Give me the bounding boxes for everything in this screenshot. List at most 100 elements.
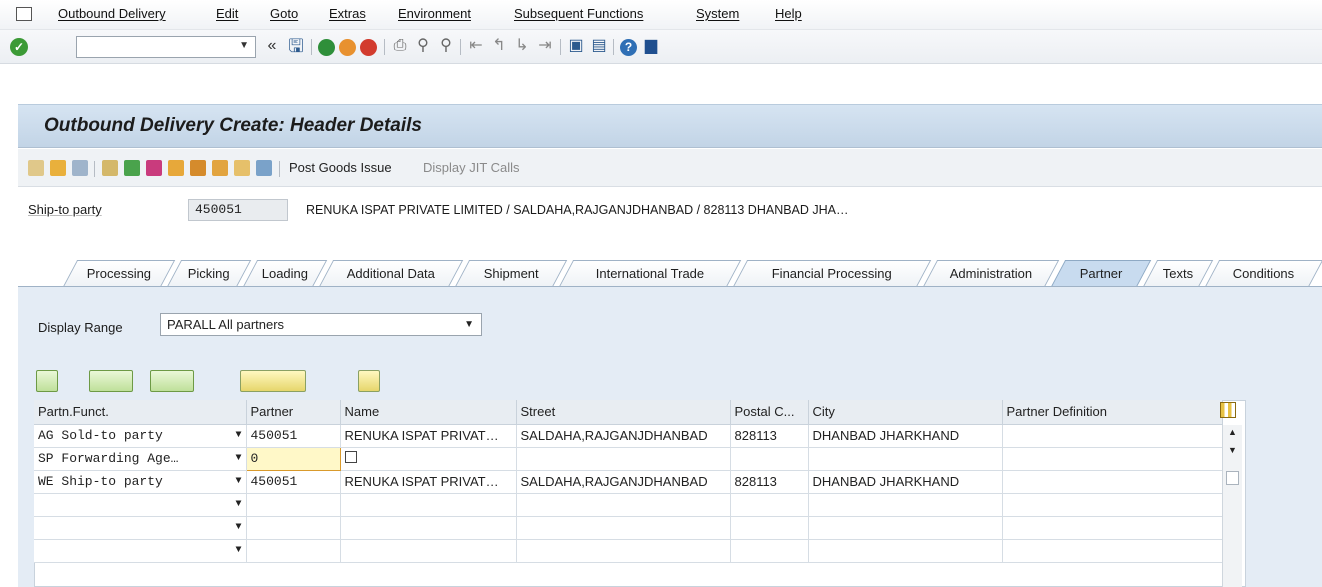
- menu-environment[interactable]: Environment: [398, 6, 471, 21]
- tab-processing[interactable]: Processing: [62, 260, 176, 287]
- tab-partner[interactable]: Partner: [1050, 260, 1152, 287]
- delete-icon[interactable]: [72, 160, 88, 176]
- table-row[interactable]: WE Ship-to party ▼ 450051 RENUKA ISPAT PR…: [34, 470, 1223, 494]
- column-header-postal-code[interactable]: Postal C...: [730, 400, 809, 425]
- cancel-icon[interactable]: [360, 39, 377, 56]
- chevron-down-icon[interactable]: ▼: [235, 545, 241, 556]
- picking-icon[interactable]: [190, 160, 206, 176]
- tab-financial-processing[interactable]: Financial Processing: [732, 260, 932, 287]
- header-icon[interactable]: [234, 160, 250, 176]
- column-header-partner-definition[interactable]: Partner Definition: [1002, 400, 1223, 425]
- save-icon[interactable]: 🖫: [286, 35, 306, 57]
- menu-subsequent-functions[interactable]: Subsequent Functions: [514, 6, 643, 21]
- menu-system[interactable]: System: [696, 6, 739, 21]
- details-icon[interactable]: [36, 370, 58, 392]
- command-field[interactable]: ▼: [76, 36, 256, 58]
- tab-additional-data[interactable]: Additional Data: [318, 260, 464, 287]
- table-row[interactable]: ▼: [34, 516, 1223, 540]
- partn-funct-cell[interactable]: WE Ship-to party ▼: [34, 470, 247, 494]
- previous-page-icon[interactable]: ↰: [489, 35, 509, 57]
- ship-to-party-field[interactable]: 450051: [188, 199, 288, 221]
- menu-help[interactable]: Help: [775, 6, 802, 21]
- menu-edit[interactable]: Edit: [216, 6, 238, 21]
- menu-outbound-delivery[interactable]: Outbound Delivery: [58, 6, 166, 21]
- vertical-scrollbar[interactable]: ▲ ▼: [1222, 425, 1242, 587]
- table-row[interactable]: ▼: [34, 539, 1223, 563]
- text-icon[interactable]: [358, 370, 380, 392]
- packing-icon[interactable]: [212, 160, 228, 176]
- overview-icon[interactable]: [124, 160, 140, 176]
- scroll-up-icon[interactable]: ▲: [1228, 427, 1237, 437]
- address-partner-icons[interactable]: [240, 370, 306, 392]
- grid-icon[interactable]: [256, 160, 272, 176]
- column-header-street[interactable]: Street: [516, 400, 731, 425]
- column-header-partner[interactable]: Partner: [246, 400, 341, 425]
- table-row[interactable]: AG Sold-to party ▼ 450051 RENUKA ISPAT PR…: [34, 424, 1223, 448]
- partn-funct-cell[interactable]: AG Sold-to party ▼: [34, 424, 247, 448]
- chevron-down-icon[interactable]: ▼: [235, 499, 241, 510]
- partn-funct-cell[interactable]: SP Forwarding Age… ▼: [34, 447, 247, 471]
- partn-funct-cell[interactable]: ▼: [34, 493, 247, 517]
- table-row[interactable]: ▼: [34, 493, 1223, 517]
- partner-cell[interactable]: 450051: [246, 424, 341, 448]
- back-icon[interactable]: [318, 39, 335, 56]
- create-session-icon[interactable]: ▣: [566, 35, 586, 57]
- chevron-down-icon[interactable]: ▼: [239, 40, 249, 51]
- last-page-icon[interactable]: ⇥: [535, 35, 555, 57]
- chevron-down-icon[interactable]: ▼: [235, 453, 241, 464]
- column-header-name[interactable]: Name: [340, 400, 517, 425]
- first-page-icon[interactable]: ⇤: [466, 35, 486, 57]
- city-cell: [808, 539, 1003, 563]
- tab-texts[interactable]: Texts: [1142, 260, 1214, 287]
- tab-conditions[interactable]: Conditions: [1204, 260, 1322, 287]
- column-header-city[interactable]: City: [808, 400, 1003, 425]
- collapse-icon[interactable]: «: [262, 35, 282, 57]
- partner-cell[interactable]: 450051: [246, 470, 341, 494]
- partn-funct-cell[interactable]: ▼: [34, 516, 247, 540]
- menu-extras[interactable]: Extras: [329, 6, 366, 21]
- document-flow-icon[interactable]: [102, 160, 118, 176]
- display-jit-calls-button[interactable]: Display JIT Calls: [423, 160, 520, 175]
- tab-administration[interactable]: Administration: [922, 260, 1060, 287]
- find-icon[interactable]: ⚲: [413, 35, 433, 57]
- status-icon[interactable]: [146, 160, 162, 176]
- menu-goto[interactable]: Goto: [270, 6, 298, 21]
- help-icon[interactable]: ?: [620, 39, 637, 56]
- insert-delete-row-icon[interactable]: [89, 370, 133, 392]
- partner-cell[interactable]: [246, 493, 341, 517]
- find-next-icon[interactable]: ⚲: [436, 35, 456, 57]
- partn-funct-cell[interactable]: ▼: [34, 539, 247, 563]
- chevron-down-icon[interactable]: ▼: [235, 476, 241, 487]
- tab-shipment[interactable]: Shipment: [454, 260, 568, 287]
- scroll-down-icon[interactable]: ▼: [1228, 445, 1237, 455]
- partner-cell[interactable]: [246, 539, 341, 563]
- layout-icon[interactable]: ▆: [641, 35, 661, 57]
- display-range-select[interactable]: PARALL All partners ▼: [160, 313, 482, 336]
- city-cell: DHANBAD JHARKHAND: [808, 424, 1003, 448]
- next-page-icon[interactable]: ↳: [512, 35, 532, 57]
- tab-international-trade[interactable]: International Trade: [558, 260, 742, 287]
- column-header-partn-funct[interactable]: Partn.Funct.: [34, 400, 247, 425]
- create-icon[interactable]: [50, 160, 66, 176]
- partner-cell[interactable]: [246, 516, 341, 540]
- change-display-icon[interactable]: [28, 160, 44, 176]
- shortcut-icon[interactable]: ▤: [589, 35, 609, 57]
- name-cell: RENUKA ISPAT PRIVAT…: [340, 424, 517, 448]
- print-icon[interactable]: ⎙: [390, 35, 410, 57]
- menu-icon[interactable]: [16, 7, 32, 21]
- scroll-thumb[interactable]: [1226, 471, 1239, 485]
- enter-check-icon[interactable]: ✓: [10, 38, 28, 56]
- partner-input-cell[interactable]: 0: [245, 446, 341, 471]
- tab-picking[interactable]: Picking: [166, 260, 252, 287]
- table-row[interactable]: SP Forwarding Age… ▼ 0: [34, 446, 1223, 471]
- column-config-icon[interactable]: [1220, 402, 1236, 418]
- search-help-icon[interactable]: [344, 451, 357, 463]
- post-goods-issue-button[interactable]: Post Goods Issue: [289, 160, 392, 175]
- item-icon[interactable]: [168, 160, 184, 176]
- select-deselect-all-icon[interactable]: [150, 370, 194, 392]
- exit-icon[interactable]: [339, 39, 356, 56]
- chevron-down-icon[interactable]: ▼: [235, 522, 241, 533]
- tab-loading[interactable]: Loading: [242, 260, 328, 287]
- chevron-down-icon[interactable]: ▼: [235, 430, 241, 441]
- chevron-down-icon[interactable]: ▼: [464, 319, 474, 330]
